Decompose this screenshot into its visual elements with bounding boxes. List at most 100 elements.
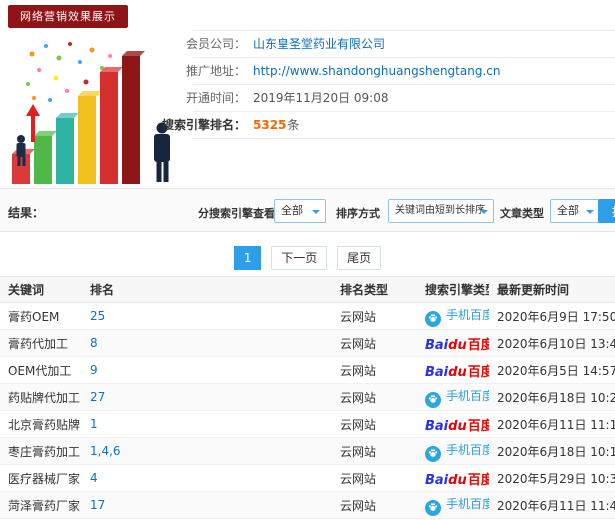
info-row-open-time: 开通时间： 2019年11月20日 09:08 — [186, 85, 615, 112]
marketing-report-page: 网络营销效果展示 会员公司： 山东皇圣堂药业有限公司 推广地址： http://… — [0, 0, 615, 520]
mobile-baidu-icon — [425, 499, 441, 516]
page-next-button[interactable]: 下一页 — [271, 246, 328, 270]
rank-type-cell: 云网站 — [332, 356, 417, 384]
keyword-cell: 菏泽膏药厂家 — [0, 491, 82, 519]
engine-label: 手机百度 — [446, 388, 489, 403]
rank-cell[interactable]: 27 — [82, 383, 332, 411]
info-row-company: 会员公司： 山东皇圣堂药业有限公司 — [186, 31, 615, 58]
baidu-logo-icon: Baidu百度 — [425, 418, 489, 434]
rank-cell[interactable]: 1 — [82, 410, 332, 438]
engine-cell: 手机百度 — [417, 383, 489, 411]
engine-cell: Baidu百度 — [417, 410, 489, 438]
engine-cell: 手机百度 — [417, 437, 489, 465]
updated-cell: 2020年6月11日 11:40 — [489, 491, 615, 519]
engine-filter-select[interactable]: 全部 — [274, 199, 326, 223]
rank-type-cell: 云网站 — [332, 491, 417, 519]
col-header-rank-type: 排名类型 — [332, 276, 417, 303]
rank-cell[interactable]: 9 — [82, 356, 332, 384]
rank-count-label: 搜索引擎排名： — [161, 118, 246, 132]
page-last-button[interactable]: 尾页 — [337, 246, 382, 270]
table-row: 北京膏药贴牌 1 云网站 Baidu百度 2020年6月11日 11:18 — [0, 410, 615, 438]
updated-cell: 2020年6月10日 13:40 — [489, 329, 615, 357]
col-header-rank: 排名 — [82, 276, 332, 303]
rank-type-cell: 云网站 — [332, 329, 417, 357]
chevron-down-icon — [312, 210, 320, 218]
engine-filter-label: 分搜索引擎查看 — [198, 207, 275, 220]
table-header-row: 关键词 排名 排名类型 搜索引擎类型 最新更新时间 — [0, 276, 615, 303]
rank-count-number: 5325 — [253, 118, 287, 132]
results-table-body: 膏药OEM 25 云网站 手机百度 2020年6月9日 17:50 膏药代加工 … — [0, 302, 615, 519]
table-row: 药贴牌代加工 27 云网站 手机百度 2020年6月18日 10:25 — [0, 383, 615, 411]
paw-icon — [428, 314, 438, 322]
paw-icon — [428, 503, 438, 511]
mobile-baidu-icon — [425, 310, 441, 327]
info-row-rank-count: 搜索引擎排名： 5325条 — [162, 112, 615, 139]
baidu-logo-icon: Baidu百度 — [425, 364, 489, 380]
confetti-dots — [26, 42, 112, 102]
rank-cell[interactable]: 1,4,6 — [82, 437, 332, 465]
open-time-label: 开通时间： — [185, 91, 246, 105]
article-type-label: 文章类型 — [500, 207, 544, 220]
engine-cell: Baidu百度 — [417, 329, 489, 357]
table-row: 膏药代加工 8 云网站 Baidu百度 2020年6月10日 13:40 — [0, 329, 615, 357]
article-type-value: 全部 — [557, 204, 579, 217]
member-company-link[interactable]: 山东皇圣堂药业有限公司 — [253, 31, 385, 58]
rank-type-cell: 云网站 — [332, 302, 417, 330]
member-info: 会员公司： 山东皇圣堂药业有限公司 推广地址： http://www.shand… — [162, 30, 615, 139]
member-info-section: 会员公司： 山东皇圣堂药业有限公司 推广地址： http://www.shand… — [0, 30, 615, 188]
engine-label: 手机百度 — [446, 307, 489, 322]
article-type-select[interactable]: 全部 — [550, 199, 600, 223]
engine-cell: 手机百度 — [417, 491, 489, 519]
open-time-value: 2019年11月20日 09:08 — [253, 91, 389, 105]
submit-button[interactable]: 提交 — [598, 199, 615, 223]
paw-icon — [428, 449, 438, 457]
engine-label: 手机百度 — [446, 442, 489, 457]
engine-cell: Baidu百度 — [417, 464, 489, 492]
result-label: 结果： — [8, 206, 45, 220]
page-title: 网络营销效果展示 — [8, 5, 128, 28]
keyword-cell: 药贴牌代加工 — [0, 383, 82, 411]
engine-cell: 手机百度 — [417, 302, 489, 330]
rank-cell[interactable]: 17 — [82, 491, 332, 519]
marketing-chart-illustration — [12, 42, 170, 184]
rank-cell[interactable]: 25 — [82, 302, 332, 330]
updated-cell: 2020年6月18日 10:19 — [489, 437, 615, 465]
rank-type-cell: 云网站 — [332, 437, 417, 465]
keyword-cell: 医疗器械厂家 — [0, 464, 82, 492]
table-row: OEM代加工 9 云网站 Baidu百度 2020年6月5日 14:57 — [0, 356, 615, 384]
table-row: 医疗器械厂家 4 云网站 Baidu百度 2020年5月29日 10:32 — [0, 464, 615, 492]
col-header-engine-type: 搜索引擎类型 — [417, 276, 489, 303]
updated-cell: 2020年6月18日 10:25 — [489, 383, 615, 411]
sort-select-value: 关键词由短到长排序 — [395, 205, 485, 216]
rank-cell[interactable]: 8 — [82, 329, 332, 357]
rank-type-cell: 云网站 — [332, 383, 417, 411]
col-header-updated: 最新更新时间 — [489, 276, 615, 303]
sort-label: 排序方式 — [336, 207, 380, 220]
company-label: 会员公司： — [185, 37, 246, 51]
promo-url-label: 推广地址： — [185, 64, 246, 78]
updated-cell: 2020年5月29日 10:32 — [489, 464, 615, 492]
baidu-logo-icon: Baidu百度 — [425, 472, 489, 488]
chevron-down-icon — [586, 210, 594, 218]
table-row: 枣庄膏药加工 1,4,6 云网站 手机百度 2020年6月18日 10:19 — [0, 437, 615, 465]
engine-filter-value: 全部 — [281, 204, 303, 217]
updated-cell: 2020年6月5日 14:57 — [489, 356, 615, 384]
rank-type-cell: 云网站 — [332, 464, 417, 492]
updated-cell: 2020年6月9日 17:50 — [489, 302, 615, 330]
rank-cell[interactable]: 4 — [82, 464, 332, 492]
paw-icon — [428, 395, 438, 403]
results-table: 关键词 排名 排名类型 搜索引擎类型 最新更新时间 膏药OEM 25 云网站 手… — [0, 276, 615, 519]
sort-select[interactable]: 关键词由短到长排序 — [388, 199, 494, 223]
mobile-baidu-icon — [425, 445, 441, 462]
filter-bar: 结果： 分搜索引擎查看 全部 排序方式 关键词由短到长排序 文章类型 全部 提交 — [0, 188, 615, 232]
chevron-down-icon — [480, 210, 488, 218]
keyword-cell: OEM代加工 — [0, 356, 82, 384]
promo-url-link[interactable]: http://www.shandonghuangshengtang.cn — [253, 58, 500, 85]
mobile-baidu-icon — [425, 391, 441, 408]
keyword-cell: 膏药OEM — [0, 302, 82, 330]
page-current[interactable]: 1 — [233, 246, 262, 270]
rank-type-cell: 云网站 — [332, 410, 417, 438]
col-header-keyword: 关键词 — [0, 276, 82, 303]
table-row: 膏药OEM 25 云网站 手机百度 2020年6月9日 17:50 — [0, 302, 615, 330]
engine-cell: Baidu百度 — [417, 356, 489, 384]
